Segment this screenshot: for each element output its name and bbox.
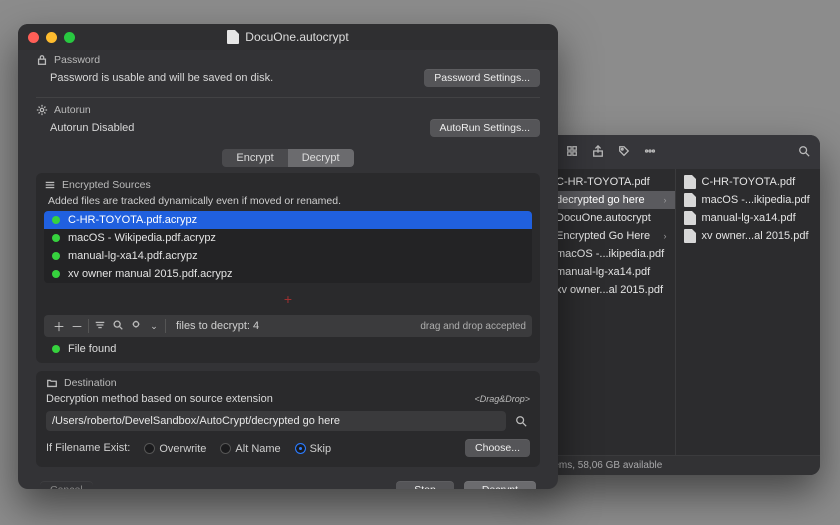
status-led-icon xyxy=(52,234,60,242)
actions-icon[interactable] xyxy=(644,145,656,160)
list-item-label: manual-lg-xa14.pdf.acrypz xyxy=(68,250,198,262)
tab-encrypt[interactable]: Encrypt xyxy=(222,149,287,167)
destination-section-label: Destination xyxy=(64,377,117,389)
finder-row[interactable]: macOS -...ikipedia.pdf xyxy=(676,191,821,209)
finder-item-label: macOS -...ikipedia.pdf xyxy=(556,248,664,260)
autocrypt-window: DocuOne.autocrypt Password Password is u… xyxy=(18,24,558,489)
finder-toolbar xyxy=(530,135,820,169)
tab-decrypt[interactable]: Decrypt xyxy=(288,149,354,167)
window-title: DocuOne.autocrypt xyxy=(245,30,348,44)
titlebar: DocuOne.autocrypt xyxy=(18,24,558,50)
destination-method: Decryption method based on source extens… xyxy=(46,393,273,405)
list-item[interactable]: manual-lg-xa14.pdf.acrypz xyxy=(44,247,532,265)
document-icon xyxy=(227,30,239,44)
autorun-settings-button[interactable]: AutoRun Settings... xyxy=(430,119,540,137)
finder-status: 4 items, 58,06 GB available xyxy=(530,455,820,475)
chevron-down-icon[interactable]: ⌄ xyxy=(145,321,163,332)
destination-panel: Destination Decryption method based on s… xyxy=(36,371,540,467)
search-path-icon[interactable] xyxy=(512,412,530,430)
finder-item-label: xv owner...al 2015.pdf xyxy=(556,284,663,296)
destination-path-field[interactable] xyxy=(46,411,506,431)
list-item[interactable]: xv owner manual 2015.pdf.acrypz xyxy=(44,265,532,283)
dragdrop-hint: <Drag&Drop> xyxy=(474,394,530,404)
list-icon xyxy=(44,179,56,191)
cancel-button[interactable]: Cancel xyxy=(40,481,93,489)
list-item[interactable]: macOS - Wikipedia.pdf.acrypz xyxy=(44,229,532,247)
decrypt-button[interactable]: Decrypt xyxy=(464,481,536,489)
drop-hint: drag and drop accepted xyxy=(420,321,526,332)
share-icon[interactable] xyxy=(592,145,604,160)
finder-row[interactable]: C-HR-TOYOTA.pdf xyxy=(676,173,821,191)
finder-item-label: xv owner...al 2015.pdf xyxy=(702,230,809,242)
reveal-icon[interactable] xyxy=(109,319,127,334)
sources-toolbar: ＋ － ⌄ files to decrypt: 4 drag and drop … xyxy=(44,315,532,337)
file-icon xyxy=(684,211,696,225)
mode-tabs: Encrypt Decrypt xyxy=(18,149,558,167)
file-icon xyxy=(684,175,696,189)
lock-icon xyxy=(36,54,48,66)
password-section-label: Password xyxy=(54,54,100,66)
radio-altname[interactable]: Alt Name xyxy=(220,441,280,455)
password-settings-button[interactable]: Password Settings... xyxy=(424,69,540,87)
remove-button[interactable]: － xyxy=(68,318,86,335)
password-status: Password is usable and will be saved on … xyxy=(50,72,273,84)
finder-row[interactable]: manual-lg-xa14.pdf xyxy=(676,209,821,227)
finder-row[interactable]: xv owner...al 2015.pdf xyxy=(676,227,821,245)
sources-list[interactable]: C-HR-TOYOTA.pdf.acrypz macOS - Wikipedia.… xyxy=(44,211,532,283)
tag-icon[interactable] xyxy=(618,145,630,160)
file-icon xyxy=(684,193,696,207)
status-led-icon xyxy=(52,345,60,353)
gear-icon xyxy=(36,104,48,116)
autorun-section-label: Autorun xyxy=(54,104,91,116)
chevron-right-icon: › xyxy=(664,231,667,241)
folder-icon xyxy=(46,377,58,389)
choose-button[interactable]: Choose... xyxy=(465,439,530,457)
list-item-label: macOS - Wikipedia.pdf.acrypz xyxy=(68,232,216,244)
finder-item-label: C-HR-TOYOTA.pdf xyxy=(556,176,650,188)
finder-item-label: manual-lg-xa14.pdf xyxy=(556,266,650,278)
stop-button[interactable]: Stop xyxy=(396,481,454,489)
autorun-status: Autorun Disabled xyxy=(50,122,134,134)
actions-dropdown[interactable] xyxy=(127,319,145,334)
finder-item-label: DocuOne.autocrypt xyxy=(556,212,651,224)
search-icon[interactable] xyxy=(798,145,810,160)
chevron-right-icon: › xyxy=(664,195,667,205)
sources-count: files to decrypt: 4 xyxy=(176,320,420,332)
radio-overwrite[interactable]: Overwrite xyxy=(144,441,206,455)
finder-item-label: manual-lg-xa14.pdf xyxy=(702,212,796,224)
filter-icon[interactable] xyxy=(91,319,109,334)
group-icon[interactable] xyxy=(566,145,578,160)
finder-item-label: Encrypted Go Here xyxy=(556,230,650,242)
finder-column-2[interactable]: C-HR-TOYOTA.pdf macOS -...ikipedia.pdf man… xyxy=(676,169,821,455)
radio-skip[interactable]: Skip xyxy=(295,441,331,455)
add-button[interactable]: ＋ xyxy=(50,318,68,335)
sources-panel: Encrypted Sources Added files are tracke… xyxy=(36,173,540,363)
finder-window: C-HR-TOYOTA.pdf decrypted go here › DocuOne… xyxy=(530,135,820,475)
finder-item-label: C-HR-TOYOTA.pdf xyxy=(702,176,796,188)
sources-section-label: Encrypted Sources xyxy=(62,179,151,191)
file-icon xyxy=(684,229,696,243)
found-label: File found xyxy=(68,343,116,355)
list-item[interactable]: C-HR-TOYOTA.pdf.acrypz xyxy=(44,211,532,229)
status-led-icon xyxy=(52,252,60,260)
status-led-icon xyxy=(52,216,60,224)
sources-help: Added files are tracked dynamically even… xyxy=(44,195,532,207)
status-led-icon xyxy=(52,270,60,278)
finder-item-label: decrypted go here xyxy=(556,194,645,206)
list-item-label: C-HR-TOYOTA.pdf.acrypz xyxy=(68,214,197,226)
list-item-label: xv owner manual 2015.pdf.acrypz xyxy=(68,268,232,280)
exist-label: If Filename Exist: xyxy=(46,442,130,454)
list-placeholder-icon: + xyxy=(44,283,532,315)
finder-item-label: macOS -...ikipedia.pdf xyxy=(702,194,810,206)
